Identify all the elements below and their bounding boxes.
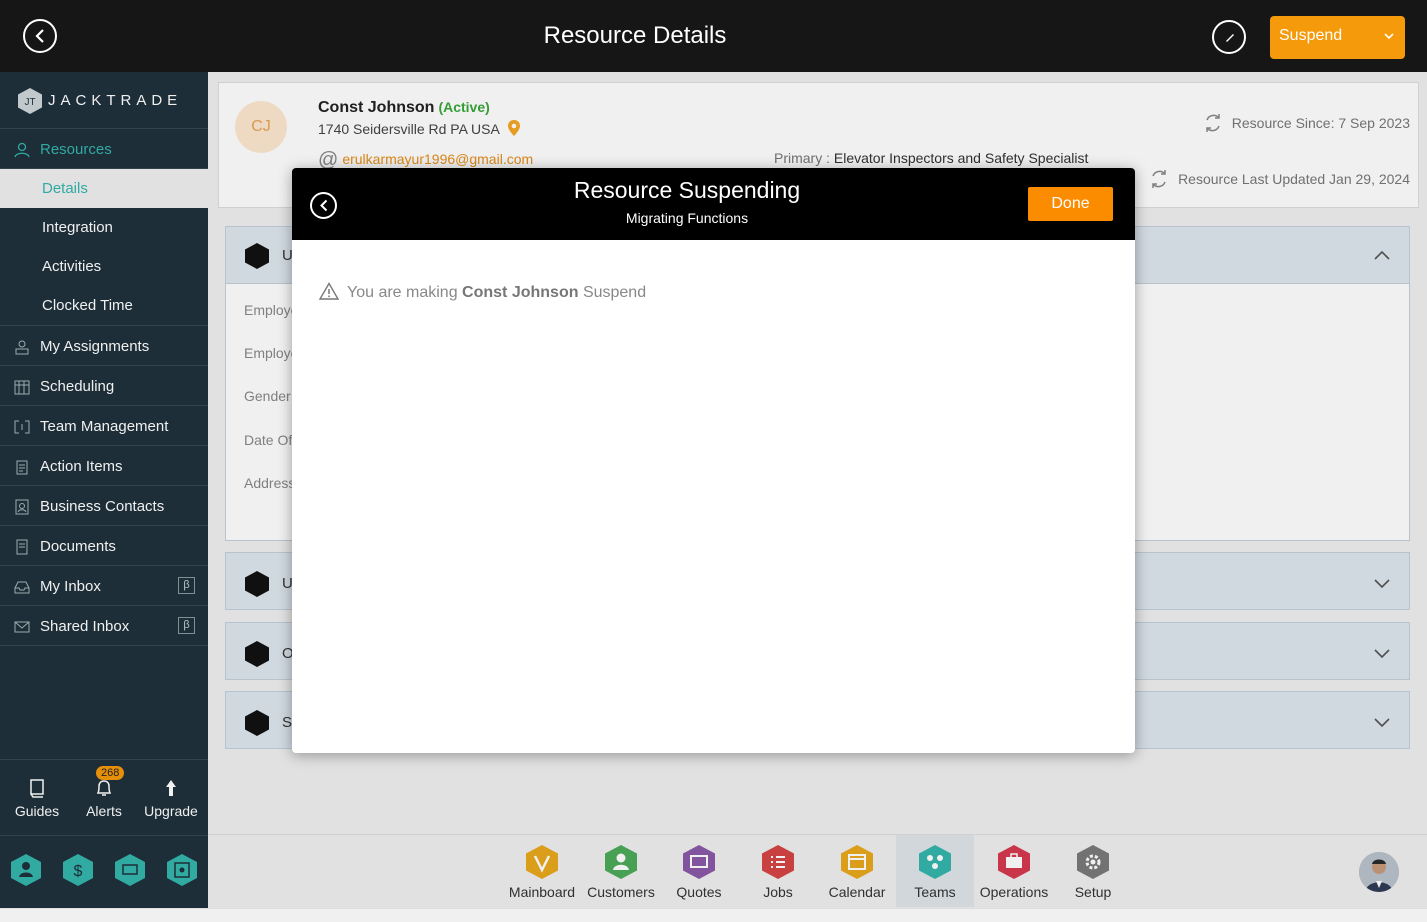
pencil-icon bbox=[1226, 34, 1234, 42]
chevron-down-icon bbox=[1384, 33, 1394, 40]
warning-prefix: You are making bbox=[347, 284, 458, 301]
suspend-warning: You are making Const Johnson Suspend bbox=[318, 282, 647, 302]
edit-button[interactable] bbox=[1212, 20, 1246, 54]
warning-name: Const Johnson bbox=[462, 284, 579, 301]
warning-icon bbox=[318, 282, 340, 300]
dialog-subtitle: Migrating Functions bbox=[625, 210, 749, 226]
dialog-header: Resource Suspending Migrating Functions … bbox=[292, 168, 1135, 240]
suspend-dropdown[interactable]: Suspend bbox=[1270, 16, 1405, 59]
done-button[interactable]: Done bbox=[1028, 187, 1113, 221]
status-strip bbox=[0, 908, 1427, 922]
resource-suspending-dialog: Resource Suspending Migrating Functions … bbox=[292, 168, 1135, 753]
page-title: Resource Details bbox=[543, 22, 727, 49]
warning-suffix: Suspend bbox=[582, 284, 647, 301]
top-bar: Resource Details Suspend bbox=[0, 0, 1427, 72]
suspend-label: Suspend bbox=[1279, 27, 1343, 44]
dialog-title: Resource Suspending bbox=[573, 177, 801, 203]
